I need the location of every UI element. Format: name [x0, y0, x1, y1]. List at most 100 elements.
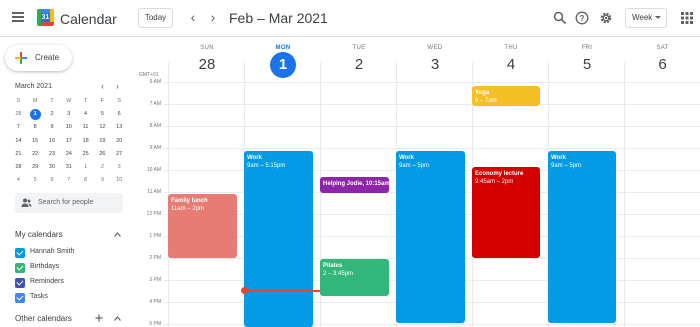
mini-day[interactable]: 28 — [10, 108, 27, 121]
other-calendars-title[interactable]: Other calendars — [15, 314, 72, 323]
day-number[interactable]: 6 — [625, 56, 700, 73]
mini-calendar-prev-button[interactable]: ‹ — [101, 81, 104, 91]
apps-grid-icon[interactable] — [680, 11, 694, 25]
day-of-week: FRI — [581, 45, 593, 51]
mini-day[interactable]: 5 — [27, 174, 44, 187]
day-header-thu[interactable]: THU 4 — [473, 37, 549, 82]
mini-day[interactable]: 21 — [10, 148, 27, 161]
event-title: Work — [551, 155, 566, 161]
mini-day[interactable]: 16 — [44, 135, 61, 148]
mini-day[interactable]: 1 — [77, 161, 94, 174]
mini-day[interactable]: 12 — [94, 121, 111, 134]
day-number[interactable]: 5 — [549, 56, 625, 73]
search-people-input[interactable]: Search for people — [15, 193, 123, 213]
mini-day[interactable]: 3 — [60, 108, 77, 121]
colored-plus-icon — [15, 52, 27, 64]
mini-day[interactable]: 4 — [77, 108, 94, 121]
mini-day[interactable]: 5 — [94, 108, 111, 121]
today-button[interactable]: Today — [138, 8, 173, 28]
mini-day[interactable]: 6 — [44, 174, 61, 187]
mini-day-today[interactable]: 1 — [27, 108, 44, 121]
mini-day[interactable]: 30 — [44, 161, 61, 174]
create-button[interactable]: Create — [5, 45, 72, 71]
mini-day[interactable]: 10 — [60, 121, 77, 134]
time-label: 11 AM — [147, 189, 161, 195]
day-number[interactable]: 2 — [321, 56, 397, 73]
event-work-mon[interactable]: Work 9am – 5:15pm — [244, 151, 313, 327]
event-family-lunch[interactable]: Family lunch 11am – 2pm — [168, 194, 237, 258]
mini-day[interactable]: 3 — [111, 161, 128, 174]
mini-day[interactable]: 27 — [111, 148, 128, 161]
app-title: Calendar — [60, 11, 117, 27]
mini-day[interactable]: 20 — [111, 135, 128, 148]
checkbox-checked[interactable] — [15, 293, 25, 303]
mini-day[interactable]: 29 — [27, 161, 44, 174]
day-header-sat[interactable]: SAT 6 — [625, 37, 700, 82]
event-work-fri[interactable]: Work 9am – 5pm — [548, 151, 616, 323]
mini-day[interactable]: 22 — [27, 148, 44, 161]
mini-day[interactable]: 8 — [27, 121, 44, 134]
time-label: 5 PM — [149, 321, 161, 327]
mini-day[interactable]: 15 — [27, 135, 44, 148]
mini-day[interactable]: 19 — [94, 135, 111, 148]
event-title: Economy lecture — [475, 171, 524, 177]
mini-day[interactable]: 11 — [77, 121, 94, 134]
mini-calendar-week: 14 15 16 17 18 19 20 — [10, 135, 128, 148]
search-icon[interactable] — [553, 11, 567, 25]
day-header-mon-today[interactable]: MON 1 — [245, 37, 321, 82]
event-economy-lecture[interactable]: Economy lecture 9:45am – 2pm — [472, 167, 540, 258]
settings-gear-icon[interactable] — [599, 11, 613, 25]
mini-day[interactable]: 2 — [94, 161, 111, 174]
my-calendars-title[interactable]: My calendars — [15, 230, 63, 239]
event-title: Helping Jodie, 10:15am — [323, 181, 389, 187]
people-icon — [21, 198, 32, 207]
checkbox-checked[interactable] — [15, 278, 25, 288]
event-helping-jodie[interactable]: Helping Jodie, 10:15am — [320, 177, 389, 193]
event-time: 11am – 2pm — [171, 206, 204, 212]
event-work-wed[interactable]: Work 9am – 5pm — [396, 151, 465, 323]
chevron-up-icon[interactable] — [114, 232, 121, 237]
day-number[interactable]: 28 — [169, 56, 245, 73]
main-menu-icon[interactable] — [12, 12, 24, 22]
mini-day[interactable]: 2 — [44, 108, 61, 121]
mini-day[interactable]: 25 — [77, 148, 94, 161]
mini-day[interactable]: 17 — [60, 135, 77, 148]
view-selector[interactable]: Week — [625, 8, 667, 28]
day-number[interactable]: 3 — [397, 56, 473, 73]
previous-week-button[interactable]: ‹ — [186, 10, 200, 26]
next-week-button[interactable]: › — [206, 10, 220, 26]
calendar-item-label: Birthdays — [30, 263, 60, 270]
checkbox-checked[interactable] — [15, 248, 25, 258]
mini-day[interactable]: 13 — [111, 121, 128, 134]
event-yoga[interactable]: Yoga 6 – 7am — [472, 86, 540, 106]
mini-day[interactable]: 7 — [10, 121, 27, 134]
mini-day[interactable]: 9 — [94, 174, 111, 187]
mini-day[interactable]: 23 — [44, 148, 61, 161]
help-icon[interactable]: ? — [575, 11, 589, 25]
event-pilates[interactable]: Pilates 2 – 3:45pm — [320, 259, 389, 296]
add-calendar-plus-icon[interactable] — [95, 314, 103, 322]
day-header-fri[interactable]: FRI 5 — [549, 37, 625, 82]
mini-day[interactable]: 6 — [111, 108, 128, 121]
mini-day[interactable]: 4 — [10, 174, 27, 187]
chevron-up-icon[interactable] — [114, 316, 121, 321]
time-label: 9 AM — [149, 145, 161, 151]
day-header-tue[interactable]: TUE 2 — [321, 37, 397, 82]
mini-day[interactable]: 14 — [10, 135, 27, 148]
mini-day[interactable]: 26 — [94, 148, 111, 161]
mini-day[interactable]: 24 — [60, 148, 77, 161]
day-number[interactable]: 4 — [473, 56, 549, 73]
mini-day[interactable]: 28 — [10, 161, 27, 174]
mini-calendar-next-button[interactable]: › — [116, 81, 119, 91]
mini-day[interactable]: 7 — [60, 174, 77, 187]
day-number-today[interactable]: 1 — [270, 52, 296, 78]
mini-day[interactable]: 9 — [44, 121, 61, 134]
mini-day[interactable]: 8 — [77, 174, 94, 187]
day-header-sun[interactable]: SUN 28 — [169, 37, 245, 82]
day-header-wed[interactable]: WED 3 — [397, 37, 473, 82]
mini-day[interactable]: 31 — [60, 161, 77, 174]
mini-day[interactable]: 18 — [77, 135, 94, 148]
checkbox-checked[interactable] — [15, 263, 25, 273]
event-time: 9am – 5:15pm — [247, 163, 286, 169]
mini-day[interactable]: 10 — [111, 174, 128, 187]
